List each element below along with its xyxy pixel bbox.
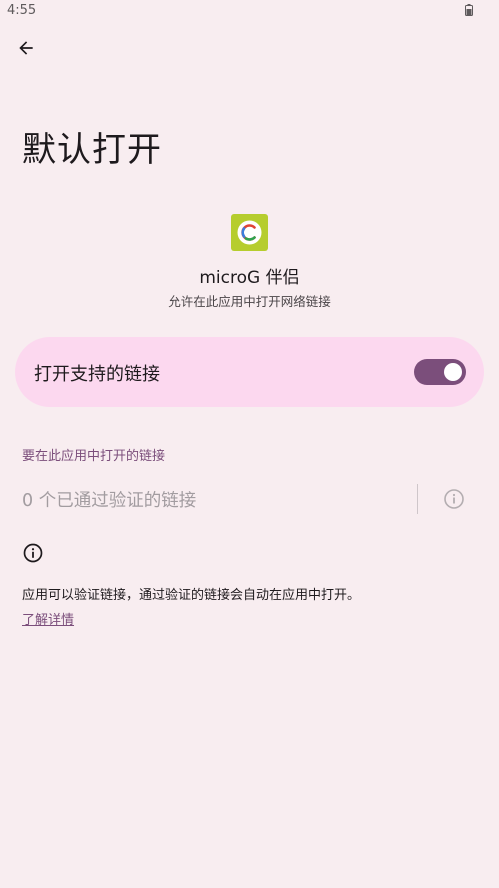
verified-links-count: 0 个已通过验证的链接 [22, 491, 197, 511]
app-name: microG 伴侣 [199, 268, 300, 288]
status-bar: 4:55 [0, 0, 499, 24]
status-time: 4:55 [7, 3, 37, 18]
info-icon [444, 489, 464, 509]
battery-icon [465, 4, 473, 16]
info-icon [23, 543, 43, 563]
open-supported-links-switch[interactable] [414, 359, 466, 385]
info-description: 应用可以验证链接，通过验证的链接会自动在应用中打开。 [22, 588, 361, 603]
back-button[interactable] [10, 32, 42, 64]
arrow-back-icon [19, 41, 33, 55]
verified-links-row[interactable]: 0 个已通过验证的链接 [0, 478, 499, 520]
open-supported-links-toggle-row[interactable]: 打开支持的链接 [15, 337, 484, 407]
links-section-header: 要在此应用中打开的链接 [22, 449, 166, 464]
open-supported-links-label: 打开支持的链接 [34, 364, 160, 385]
learn-more-link[interactable]: 了解详情 [22, 609, 74, 628]
links-info-button[interactable] [442, 487, 466, 511]
app-subtitle: 允许在此应用中打开网络链接 [168, 294, 331, 309]
microg-companion-icon [231, 214, 268, 251]
page-title: 默认打开 [22, 130, 162, 170]
vertical-divider [417, 484, 418, 514]
switch-thumb [444, 363, 462, 381]
